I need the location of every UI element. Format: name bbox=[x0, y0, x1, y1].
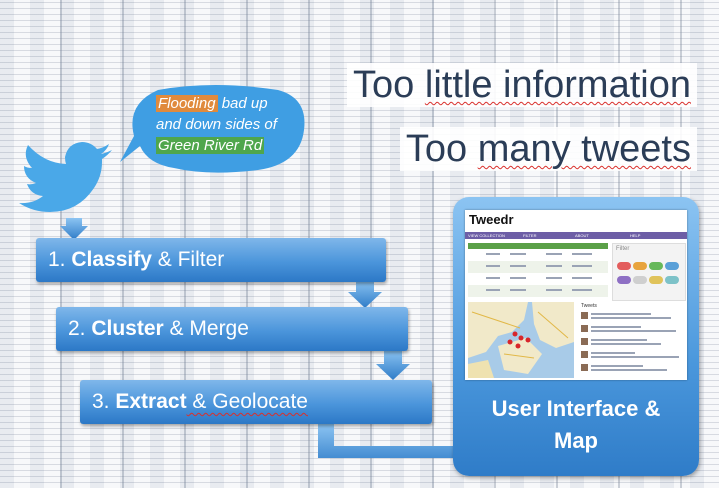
headline-too-many-tweets: Too many tweets bbox=[399, 127, 697, 171]
tweet-row bbox=[581, 351, 681, 361]
nav-about: ABOUT bbox=[575, 233, 589, 238]
twitter-bird-icon bbox=[19, 142, 112, 212]
filter-pill bbox=[649, 262, 663, 270]
filter-pill bbox=[633, 262, 647, 270]
tweets-label: Tweets bbox=[581, 303, 597, 309]
tweedr-nav: VIEW COLLECTION FILTER ABOUT HELP bbox=[465, 232, 687, 239]
filter-pill bbox=[633, 276, 647, 284]
nav-filter: FILTER bbox=[523, 233, 537, 238]
filter-pill bbox=[617, 276, 631, 284]
filter-pill bbox=[665, 262, 679, 270]
filter-pill bbox=[665, 276, 679, 284]
filter-pill bbox=[617, 262, 631, 270]
tweet-list: Tweets bbox=[577, 302, 685, 378]
flooding-highlight: Flooding bbox=[156, 95, 218, 112]
headline-too-little-information: Too little information bbox=[347, 63, 697, 107]
tweet-row bbox=[581, 325, 681, 335]
tweet-text: Flooding bad up and down sides of Green … bbox=[156, 95, 277, 154]
filter-label: Filter bbox=[616, 246, 630, 252]
collection-table bbox=[468, 243, 608, 297]
tweet-row bbox=[581, 364, 681, 374]
filter-pill bbox=[649, 276, 663, 284]
nav-view-collection: VIEW COLLECTION bbox=[468, 233, 505, 238]
nav-help: HELP bbox=[630, 233, 641, 238]
tweedr-logo: Tweedr bbox=[469, 212, 514, 227]
road-highlight: Green River Rd bbox=[156, 137, 265, 154]
tweedr-screenshot: Tweedr VIEW COLLECTION FILTER ABOUT HELP… bbox=[465, 210, 687, 380]
map-view bbox=[468, 302, 574, 378]
tweet-row bbox=[581, 338, 681, 348]
filter-box: Filter bbox=[612, 243, 686, 301]
tweet-row bbox=[581, 312, 681, 322]
step-cluster-merge: 2. Cluster & Merge bbox=[56, 307, 408, 351]
ui-panel-title: User Interface & Map bbox=[491, 396, 661, 453]
step-extract-geolocate: 3. Extract & Geolocate bbox=[80, 380, 432, 424]
step-classify-filter: 1. Classify & Filter bbox=[36, 238, 386, 282]
